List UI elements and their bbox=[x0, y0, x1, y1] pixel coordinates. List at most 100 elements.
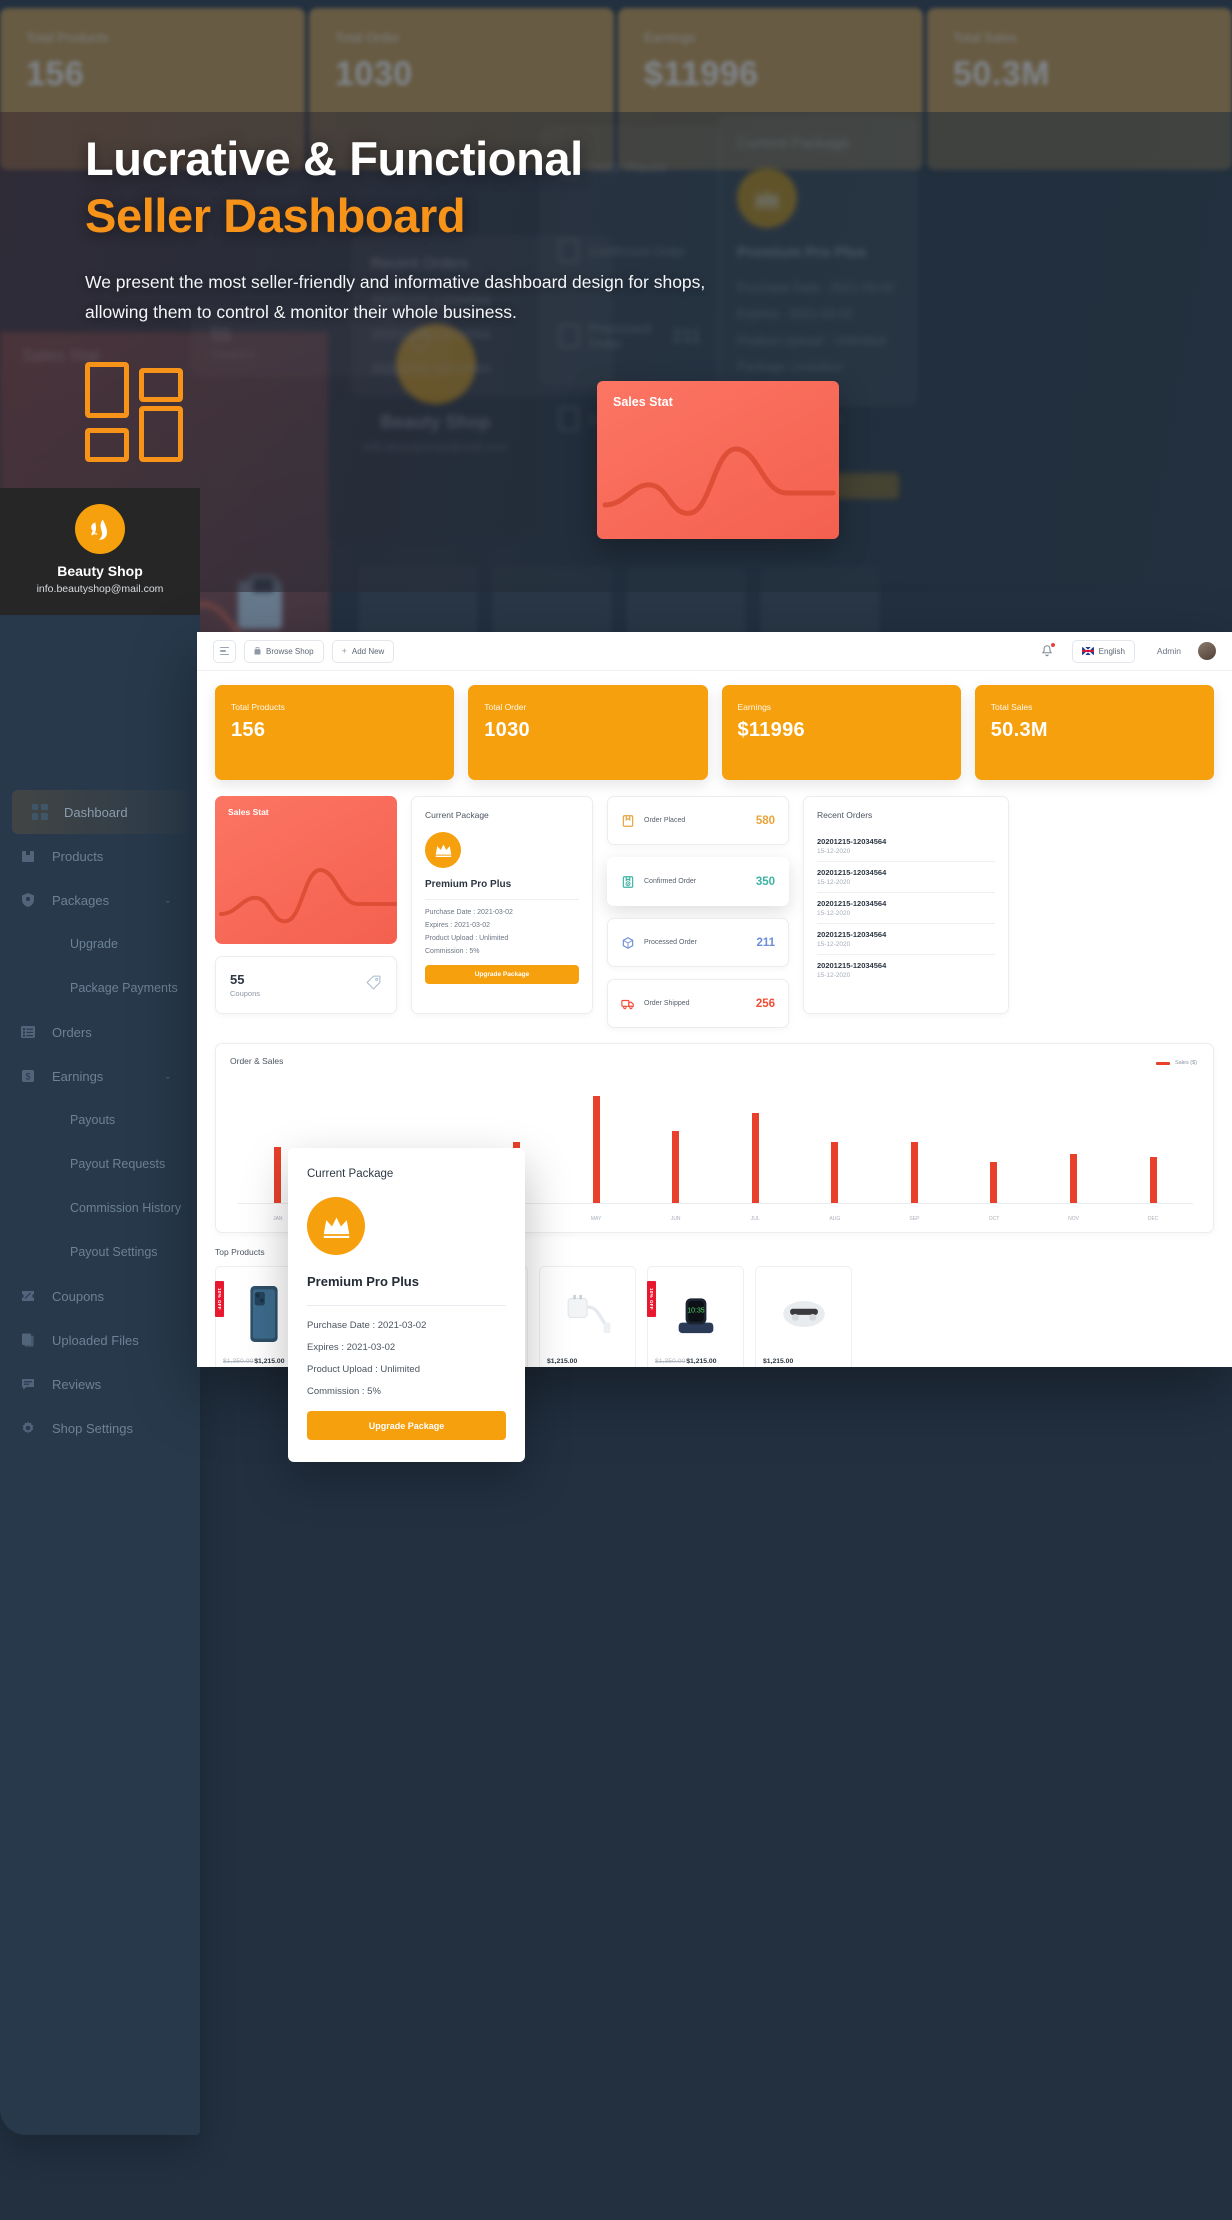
sidebar-item-commission-history[interactable]: Commission History bbox=[0, 1186, 188, 1230]
language-selector[interactable]: English bbox=[1071, 639, 1135, 663]
coupons-label: Coupons bbox=[230, 989, 261, 998]
order-status-value: 256 bbox=[755, 997, 775, 1010]
chevron-down-icon: ⌄ bbox=[163, 1070, 172, 1082]
sidebar-item-payout-settings[interactable]: Payout Settings bbox=[0, 1230, 188, 1274]
coupon-tag-icon bbox=[20, 1288, 36, 1304]
sidebar-item-package-payments[interactable]: Package Payments bbox=[0, 966, 188, 1010]
sidebar-item-payouts[interactable]: Payouts bbox=[0, 1098, 188, 1142]
dash-icon bbox=[38, 936, 54, 952]
sidebar-item-orders[interactable]: Orders bbox=[0, 1010, 188, 1054]
svg-text:$: $ bbox=[25, 1072, 30, 1082]
legend-label: Sales ($) bbox=[1174, 1060, 1197, 1066]
beauty-logo-glyph bbox=[91, 519, 108, 540]
chart-bar-column bbox=[1034, 1088, 1114, 1203]
kpi-label: Earnings bbox=[644, 30, 696, 45]
add-new-button[interactable]: + Add New bbox=[331, 639, 395, 663]
dashboard-grid-icon bbox=[32, 804, 48, 820]
order-status-card[interactable]: Order Shipped 256 bbox=[607, 979, 789, 1028]
kpi-label: Total Sales bbox=[990, 702, 1033, 712]
chart-x-label: DEC bbox=[1147, 1216, 1159, 1222]
chart-bar-column bbox=[1113, 1088, 1193, 1203]
product-price: $1,350.00$1,215.00 bbox=[655, 1358, 736, 1365]
recent-order-row[interactable]: 20201215-12034564 15-12-2020 bbox=[817, 955, 995, 985]
browse-shop-label: Browse Shop bbox=[266, 646, 314, 656]
sidebar-item-label: Commission History bbox=[70, 1201, 182, 1215]
order-status-value: 211 bbox=[756, 936, 775, 949]
kpi-label: Total Order bbox=[484, 702, 527, 712]
kpi-value: 156 bbox=[231, 719, 266, 741]
kpi-label: Total Products bbox=[26, 30, 109, 45]
product-card[interactable]: $1,215.00Xbox 360 controller bbox=[755, 1266, 852, 1367]
order-id: 20201215-12034564 bbox=[817, 930, 887, 939]
order-status-label: Order Shipped bbox=[644, 1000, 690, 1007]
popup-detail: Product Upload : Unlimited bbox=[307, 1364, 420, 1375]
order-date: 15-12-2020 bbox=[817, 972, 851, 979]
grid-block bbox=[85, 362, 129, 418]
kpi-card-row: Total Products 156 Total Order 1030 Earnings… bbox=[215, 685, 1214, 780]
chart-bar-column bbox=[795, 1088, 875, 1203]
chart-x-label: NOV bbox=[1068, 1216, 1079, 1222]
sidebar-item-upgrade[interactable]: Upgrade bbox=[0, 922, 188, 966]
sidebar-item-earnings[interactable]: $ Earnings ⌄ bbox=[0, 1054, 188, 1098]
product-price: $1,215.00 bbox=[763, 1358, 844, 1365]
recent-orders-column: Recent Orders 20201215-12034564 15-12-202… bbox=[803, 796, 1009, 1028]
chart-bar-column bbox=[556, 1088, 636, 1203]
box-icon bbox=[20, 848, 36, 864]
floating-sales-title: Sales Stat bbox=[613, 395, 673, 409]
tag-glyph bbox=[366, 975, 381, 990]
kpi-card: Total Sales 50.3M bbox=[974, 685, 1214, 780]
crown-glyph bbox=[323, 1217, 349, 1238]
order-status-card[interactable]: Order Placed 580 bbox=[607, 796, 789, 845]
sidebar-navigation[interactable]: Dashboard Products Packages ⌄ Upgrade Package… bbox=[0, 615, 200, 2135]
package-detail: Expires : 2021-03-02 bbox=[425, 922, 490, 929]
chart-x-label: MAY bbox=[590, 1216, 602, 1222]
recent-order-row[interactable]: 20201215-12034564 15-12-2020 bbox=[817, 831, 995, 862]
dashboard-grid-icon bbox=[85, 362, 183, 466]
browse-shop-button[interactable]: Browse Shop bbox=[244, 639, 324, 663]
sidebar-item-label: Payout Requests bbox=[70, 1157, 166, 1171]
hamburger-icon bbox=[220, 646, 229, 656]
sidebar-item-reviews[interactable]: Reviews bbox=[0, 1362, 188, 1406]
sidebar-item-products[interactable]: Products bbox=[0, 834, 188, 878]
order-status-column: Order Placed 580 Confirmed Order 350 Process… bbox=[607, 796, 789, 1028]
sidebar-item-label: Payout Settings bbox=[70, 1245, 158, 1259]
notification-bell-button[interactable] bbox=[1040, 643, 1055, 658]
grid-block bbox=[139, 406, 183, 462]
sidebar-item-label: Dashboard bbox=[64, 804, 128, 820]
recent-order-row[interactable]: 20201215-12034564 15-12-2020 bbox=[817, 862, 995, 893]
chart-x-label: JUL bbox=[750, 1216, 760, 1222]
popup-upgrade-button[interactable]: Upgrade Package bbox=[307, 1411, 506, 1440]
add-new-label: Add New bbox=[351, 646, 385, 656]
sidebar-item-shop-settings[interactable]: Shop Settings bbox=[0, 1406, 188, 1450]
sidebar-item-uploaded-files[interactable]: Uploaded Files bbox=[0, 1318, 188, 1362]
plus-icon: + bbox=[341, 645, 347, 656]
sidebar-item-label: Earnings bbox=[52, 1068, 104, 1084]
current-package-popup: Current Package Premium Pro Plus Purchas… bbox=[288, 1148, 525, 1462]
popup-detail: Commission : 5% bbox=[307, 1386, 381, 1397]
kpi-value: 1030 bbox=[335, 55, 413, 93]
kpi-card: Earnings $11996 bbox=[721, 685, 961, 780]
chart-bar bbox=[831, 1142, 839, 1203]
store-icon bbox=[254, 647, 261, 655]
sidebar-item-payout-requests[interactable]: Payout Requests bbox=[0, 1142, 188, 1186]
upgrade-package-button[interactable]: Upgrade Package bbox=[425, 965, 579, 984]
sidebar-item-packages[interactable]: Packages ⌄ bbox=[0, 878, 188, 922]
order-id: 20201215-12034564 bbox=[817, 899, 887, 908]
recent-order-row[interactable]: 20201215-12034564 15-12-2020 bbox=[817, 893, 995, 924]
floating-sales-stat-card: Sales Stat bbox=[597, 381, 839, 539]
package-name: Premium Pro Plus bbox=[425, 879, 512, 890]
order-status-card[interactable]: Processed Order 211 bbox=[607, 918, 789, 967]
dash-icon bbox=[38, 980, 54, 996]
chart-x-label: AUG bbox=[829, 1216, 841, 1222]
order-status-card[interactable]: Confirmed Order 350 bbox=[607, 857, 789, 906]
avatar[interactable] bbox=[1198, 642, 1216, 660]
sales-stat-title: Sales Stat bbox=[228, 807, 269, 817]
hamburger-menu-button[interactable] bbox=[213, 639, 236, 663]
product-card[interactable]: $1,215.00iPhone charger white bbox=[539, 1266, 636, 1367]
sidebar-item-dashboard[interactable]: Dashboard bbox=[12, 790, 188, 834]
gear-icon bbox=[20, 1420, 36, 1436]
product-card[interactable]: 10% OFF10:35$1,350.00$1,215.00Apple Watc… bbox=[647, 1266, 744, 1367]
sidebar-item-coupons[interactable]: Coupons bbox=[0, 1274, 188, 1318]
chevron-down-icon: ⌄ bbox=[163, 894, 172, 906]
recent-order-row[interactable]: 20201215-12034564 15-12-2020 bbox=[817, 924, 995, 955]
